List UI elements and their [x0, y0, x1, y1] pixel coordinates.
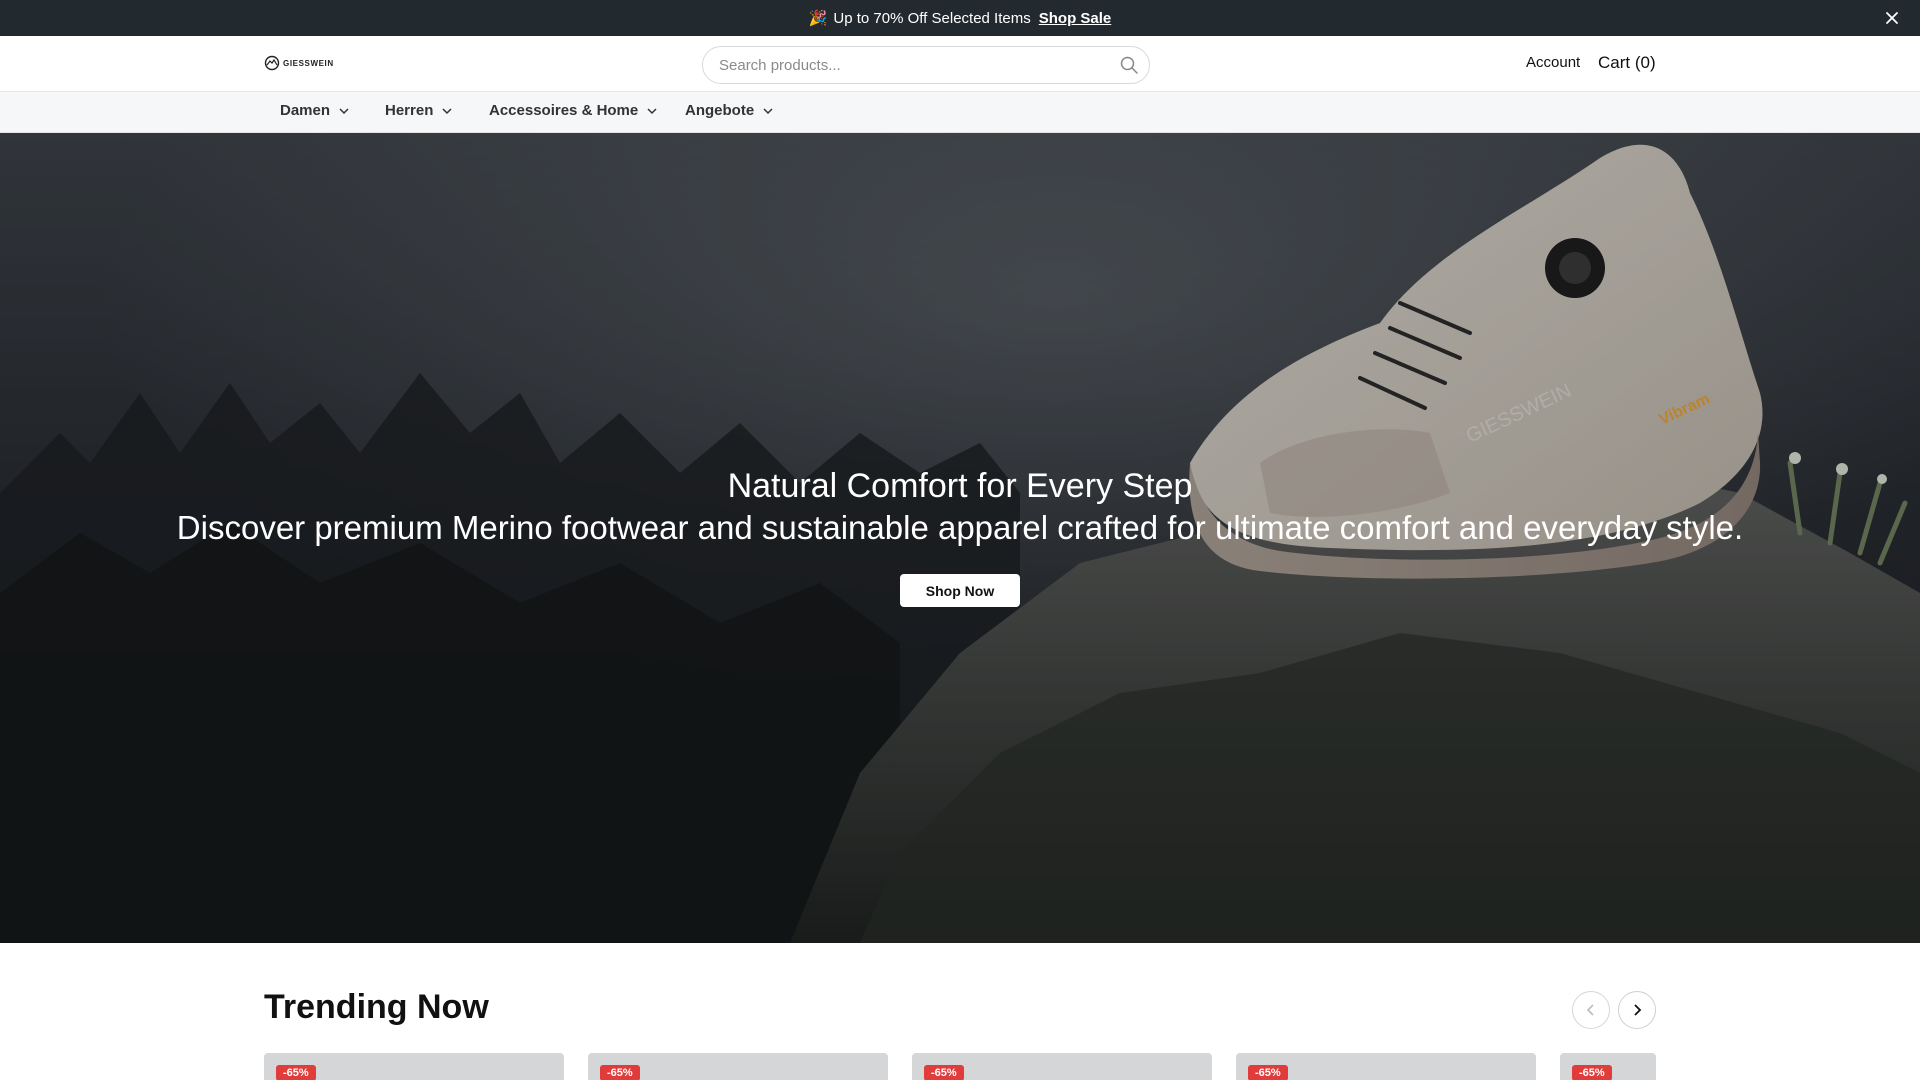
- logo-mark-icon: [264, 55, 280, 71]
- site-header: GIESSWEIN Account Cart (0): [0, 36, 1920, 92]
- chevron-left-icon: [1586, 1004, 1594, 1016]
- product-card[interactable]: -65%: [588, 1053, 888, 1080]
- nav-item-angebote[interactable]: Angebote: [685, 102, 774, 119]
- product-card[interactable]: -65%: [912, 1053, 1212, 1080]
- nav-item-label: Accessoires & Home: [489, 102, 639, 119]
- product-card[interactable]: -65%: [1236, 1053, 1536, 1080]
- trending-title: Trending Now: [264, 988, 489, 1026]
- nav-item-accessoires-home[interactable]: Accessoires & Home: [489, 102, 658, 119]
- chevron-down-icon: [339, 107, 349, 114]
- nav-item-label: Herren: [385, 102, 434, 119]
- nav-item-label: Damen: [280, 102, 331, 119]
- brand-logo[interactable]: GIESSWEIN: [264, 55, 334, 71]
- cart-link[interactable]: Cart (0): [1598, 53, 1656, 73]
- discount-badge: -65%: [276, 1065, 316, 1080]
- account-link[interactable]: Account: [1526, 54, 1580, 71]
- chevron-right-icon: [1634, 1004, 1642, 1016]
- announcement-bar: 🎉 Up to 70% Off Selected Items Shop Sale: [0, 0, 1920, 36]
- search-input[interactable]: [719, 47, 1109, 83]
- discount-badge: -65%: [1248, 1065, 1288, 1080]
- discount-badge: -65%: [924, 1065, 964, 1080]
- shop-sale-link[interactable]: Shop Sale: [1039, 10, 1112, 27]
- close-icon[interactable]: [1882, 8, 1902, 28]
- discount-badge: -65%: [1572, 1065, 1612, 1080]
- hero-title: Natural Comfort for Every Step: [727, 467, 1193, 505]
- chevron-down-icon: [647, 107, 657, 114]
- discount-badge: -65%: [600, 1065, 640, 1080]
- search-box: [702, 46, 1150, 84]
- nav-item-damen[interactable]: Damen: [280, 102, 350, 119]
- chevron-down-icon: [442, 107, 452, 114]
- product-card[interactable]: -65%: [1560, 1053, 1656, 1080]
- search-icon[interactable]: [1119, 55, 1139, 75]
- trending-carousel: -65% -65% -65% -65% -65%: [264, 1053, 1656, 1080]
- nav-item-herren[interactable]: Herren: [385, 102, 453, 119]
- shop-now-button[interactable]: Shop Now: [900, 574, 1020, 607]
- logo-text: GIESSWEIN: [283, 58, 334, 68]
- carousel-next-button[interactable]: [1618, 991, 1656, 1029]
- party-emoji-icon: 🎉: [808, 10, 828, 27]
- main-nav: Damen Herren Accessoires & Home Angebote: [0, 92, 1920, 133]
- nav-item-label: Angebote: [685, 102, 755, 119]
- hero-subtitle: Discover premium Merino footwear and sus…: [176, 509, 1744, 546]
- carousel-prev-button[interactable]: [1572, 991, 1610, 1029]
- announcement-text: Up to 70% Off Selected Items: [833, 9, 1031, 27]
- chevron-down-icon: [763, 107, 773, 114]
- product-card[interactable]: -65%: [264, 1053, 564, 1080]
- hero-banner: GIESSWEIN Vibram Natural Comfort for Eve…: [0, 133, 1920, 943]
